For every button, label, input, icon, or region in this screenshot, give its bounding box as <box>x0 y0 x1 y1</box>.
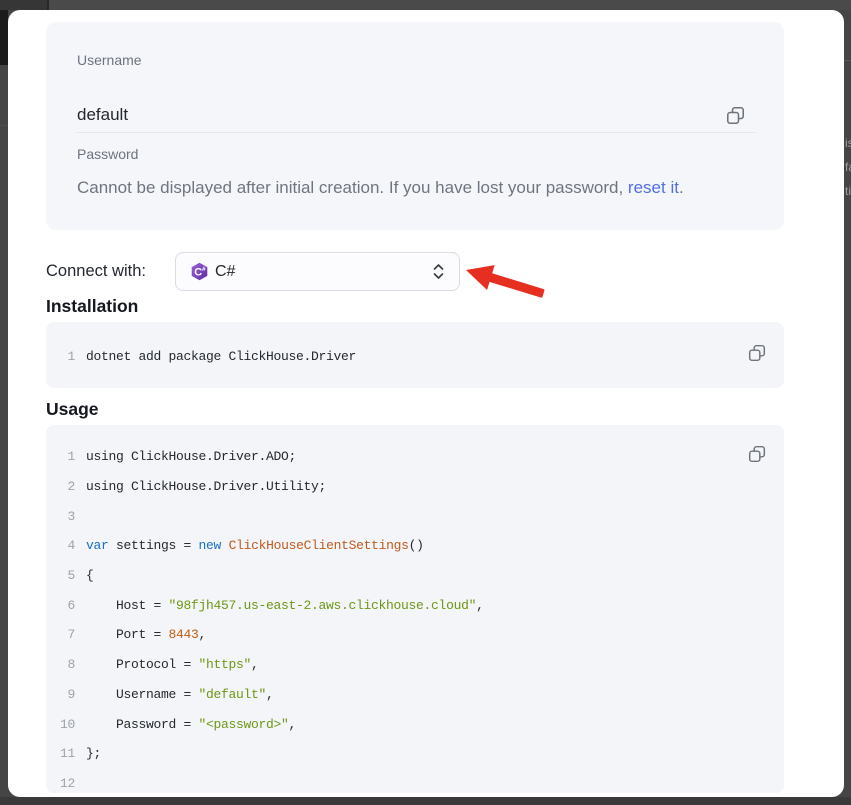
line-number: 6 <box>46 598 75 613</box>
csharp-icon: C # <box>190 262 209 281</box>
code-line: 7 Port = 8443, <box>46 620 784 650</box>
code-line: 5{ <box>46 561 784 591</box>
connect-with-label: Connect with: <box>46 262 146 281</box>
username-label: Username <box>77 52 142 68</box>
background-text-fragment: fa <box>845 160 851 174</box>
code-line: 10 Password = "<password>", <box>46 709 784 739</box>
code-text: Port = 8443, <box>86 627 206 642</box>
language-select-dropdown[interactable]: C # C# <box>175 252 460 291</box>
code-line: 1 dotnet add package ClickHouse.Driver <box>46 347 784 365</box>
overlay-clipped-text: is fa ti <box>843 130 851 210</box>
credentials-card: Username default Password Cannot be disp… <box>46 22 784 230</box>
line-number: 2 <box>46 479 75 494</box>
usage-heading: Usage <box>46 399 784 419</box>
code-text: Password = "<password>", <box>86 717 296 732</box>
code-text: var settings = new ClickHouseClientSetti… <box>86 538 424 553</box>
reset-password-link[interactable]: reset it <box>628 178 679 197</box>
overlay-top-left-block <box>0 0 47 10</box>
line-number: 4 <box>46 538 75 553</box>
code-text: Username = "default", <box>86 687 274 702</box>
password-message-text: Cannot be displayed after initial creati… <box>77 178 628 197</box>
username-value: default <box>77 105 128 125</box>
line-number: 8 <box>46 657 75 672</box>
code-line: 11}; <box>46 739 784 769</box>
connect-with-row: Connect with: C # C# <box>46 252 784 291</box>
overlay-top-strip <box>0 0 851 10</box>
line-number: 7 <box>46 627 75 642</box>
selected-language-label: C# <box>215 263 432 281</box>
code-text: { <box>86 568 94 583</box>
password-label: Password <box>77 146 138 162</box>
svg-text:#: # <box>202 266 206 273</box>
password-message: Cannot be displayed after initial creati… <box>77 178 684 198</box>
line-number: 1 <box>46 349 75 364</box>
overlay-left-dark-block <box>0 10 8 65</box>
connection-details-modal: Username default Password Cannot be disp… <box>8 10 844 797</box>
background-text-fragment: is <box>845 136 851 150</box>
code-line: 1 using ClickHouse.Driver.ADO; <box>46 442 784 472</box>
line-number: 1 <box>46 449 75 464</box>
overlay-left-divider <box>0 125 8 126</box>
copy-icon <box>726 113 745 128</box>
copy-usage-code-button[interactable] <box>748 445 766 463</box>
code-line: 4 var settings = new ClickHouseClientSett… <box>46 531 784 561</box>
overlay-right-divider <box>843 60 851 61</box>
code-line: 8 Protocol = "https", <box>46 650 784 680</box>
code-line: 12 <box>46 769 784 793</box>
code-text: dotnet add package ClickHouse.Driver <box>86 349 356 364</box>
usage-code-block: 1 using ClickHouse.Driver.ADO; 2 using Clic… <box>46 425 784 793</box>
line-number: 5 <box>46 568 75 583</box>
line-number: 9 <box>46 687 75 702</box>
chevron-up-down-icon <box>432 262 445 281</box>
line-number: 12 <box>46 776 75 791</box>
svg-text:C: C <box>194 266 202 278</box>
code-line: 6 Host = "98fjh457.us-east-2.aws.clickho… <box>46 590 784 620</box>
code-line: 2 using ClickHouse.Driver.Utility; <box>46 472 784 502</box>
installation-code-block: 1 dotnet add package ClickHouse.Driver <box>46 322 784 388</box>
copy-icon <box>748 350 766 365</box>
code-text: Host = "98fjh457.us-east-2.aws.clickhous… <box>86 598 484 613</box>
code-line: 3 <box>46 501 784 531</box>
code-text: using ClickHouse.Driver.Utility; <box>86 479 326 494</box>
background-text-fragment: ti <box>845 184 851 198</box>
line-number: 11 <box>46 746 75 761</box>
copy-username-button[interactable] <box>726 106 745 125</box>
line-number: 10 <box>46 717 75 732</box>
copy-installation-code-button[interactable] <box>748 344 766 362</box>
overlay-vertical-divider <box>47 0 49 10</box>
password-message-suffix: . <box>679 178 684 197</box>
line-number: 3 <box>46 509 75 524</box>
overlay-bottom-strip <box>0 797 851 805</box>
code-text: Protocol = "https", <box>86 657 259 672</box>
code-text: using ClickHouse.Driver.ADO; <box>86 449 296 464</box>
code-text: }; <box>86 746 101 761</box>
code-line: 9 Username = "default", <box>46 680 784 710</box>
card-divider <box>77 132 755 133</box>
installation-heading: Installation <box>46 296 784 316</box>
copy-icon <box>748 451 766 466</box>
